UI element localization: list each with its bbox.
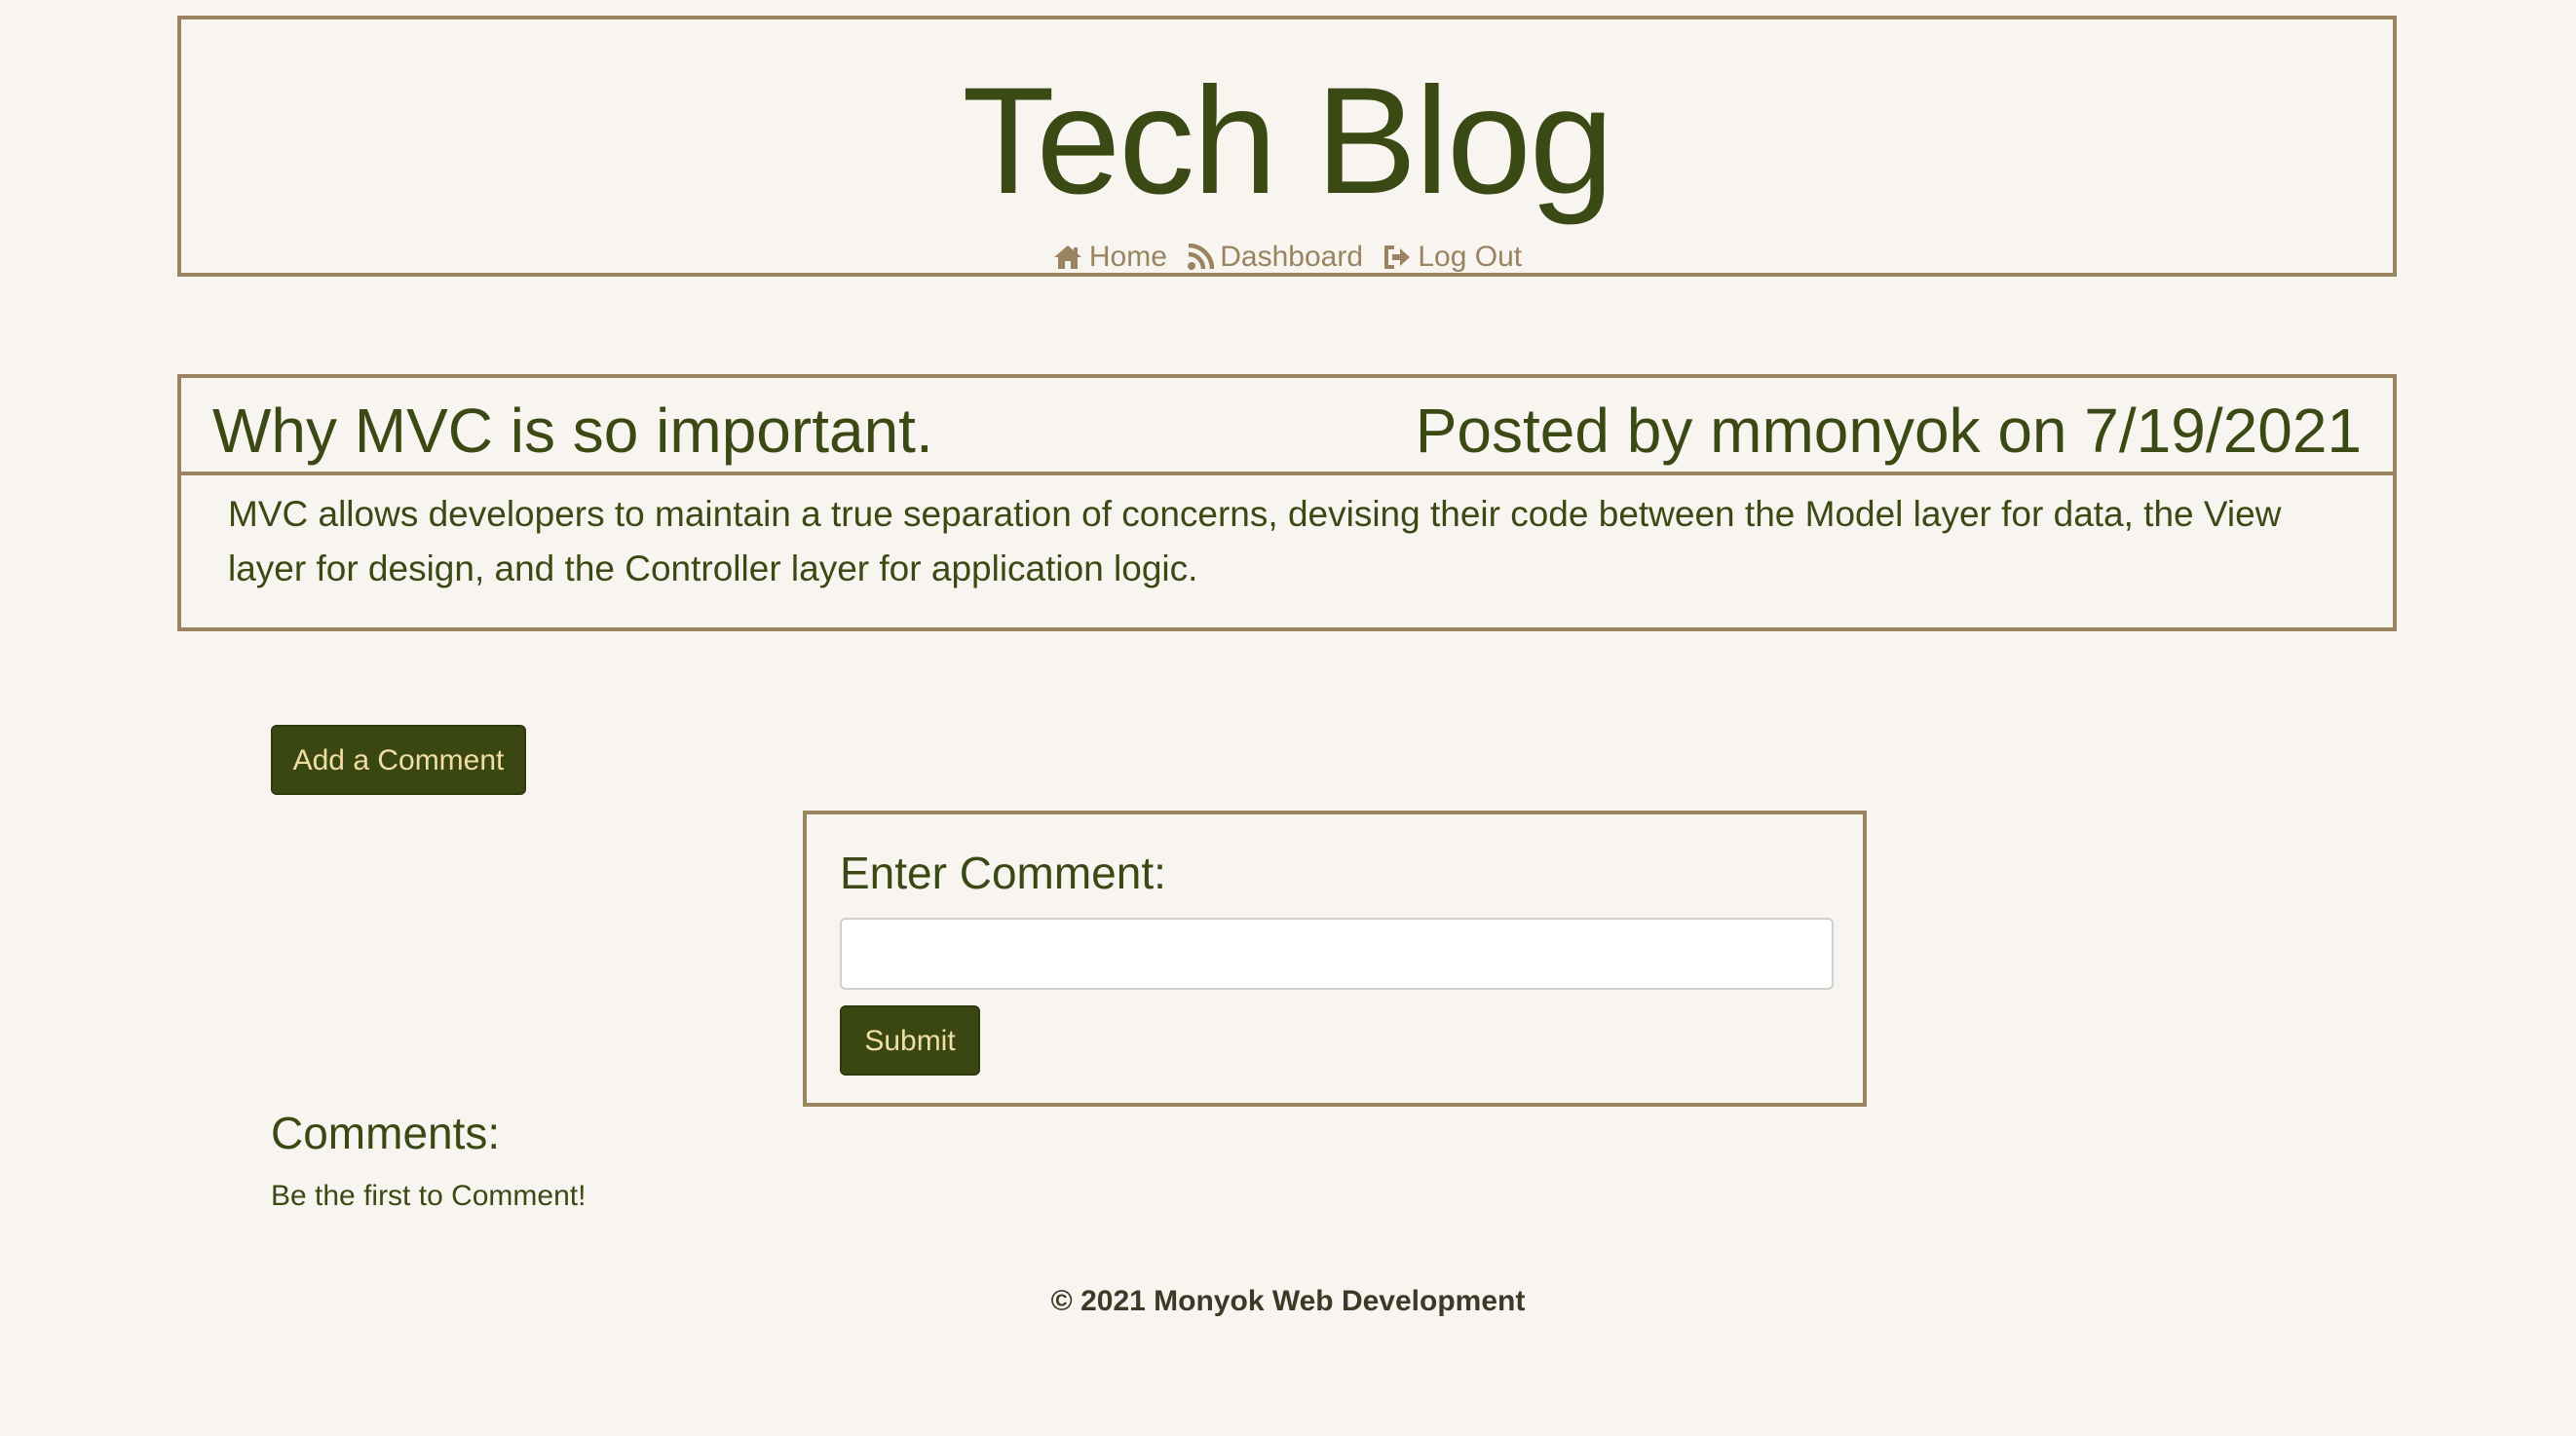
nav-item-log-out[interactable]: Log Out bbox=[1383, 238, 1522, 277]
nav-item-home[interactable]: Home bbox=[1052, 238, 1167, 277]
rss-icon bbox=[1188, 244, 1215, 270]
comments-empty-message: Be the first to Comment! bbox=[271, 1180, 587, 1212]
post-title: Why MVC is so important. bbox=[212, 396, 933, 466]
site-title: Tech Blog bbox=[962, 57, 1613, 226]
comment-input[interactable] bbox=[840, 918, 1834, 990]
comments-heading: Comments: bbox=[271, 1108, 501, 1158]
comment-label: Enter Comment: bbox=[840, 848, 1166, 898]
submit-button[interactable]: Submit bbox=[840, 1005, 980, 1076]
home-icon bbox=[1053, 246, 1081, 269]
site-header: Tech Blog Home Dashboard Log Out bbox=[177, 16, 2397, 277]
main-nav: Home Dashboard Log Out bbox=[181, 238, 2393, 282]
footer-copyright: © 2021 Monyok Web Development bbox=[1050, 1285, 1526, 1317]
add-comment-button[interactable]: Add a Comment bbox=[271, 725, 526, 795]
sign-out-icon bbox=[1384, 246, 1411, 269]
nav-item-label: Log Out bbox=[1418, 241, 1523, 273]
nav-item-dashboard[interactable]: Dashboard bbox=[1187, 238, 1363, 277]
nav-item-label: Dashboard bbox=[1220, 241, 1364, 273]
post-body: MVC allows developers to maintain a true… bbox=[228, 494, 2282, 588]
comment-form: Enter Comment: Submit bbox=[803, 811, 1867, 1107]
post-card: Why MVC is so important. Posted by mmony… bbox=[177, 374, 2397, 631]
nav-item-label: Home bbox=[1088, 241, 1167, 273]
post-meta: Posted by mmonyok on 7/19/2021 bbox=[1415, 396, 2362, 466]
post-header: Why MVC is so important. Posted by mmony… bbox=[181, 378, 2393, 475]
